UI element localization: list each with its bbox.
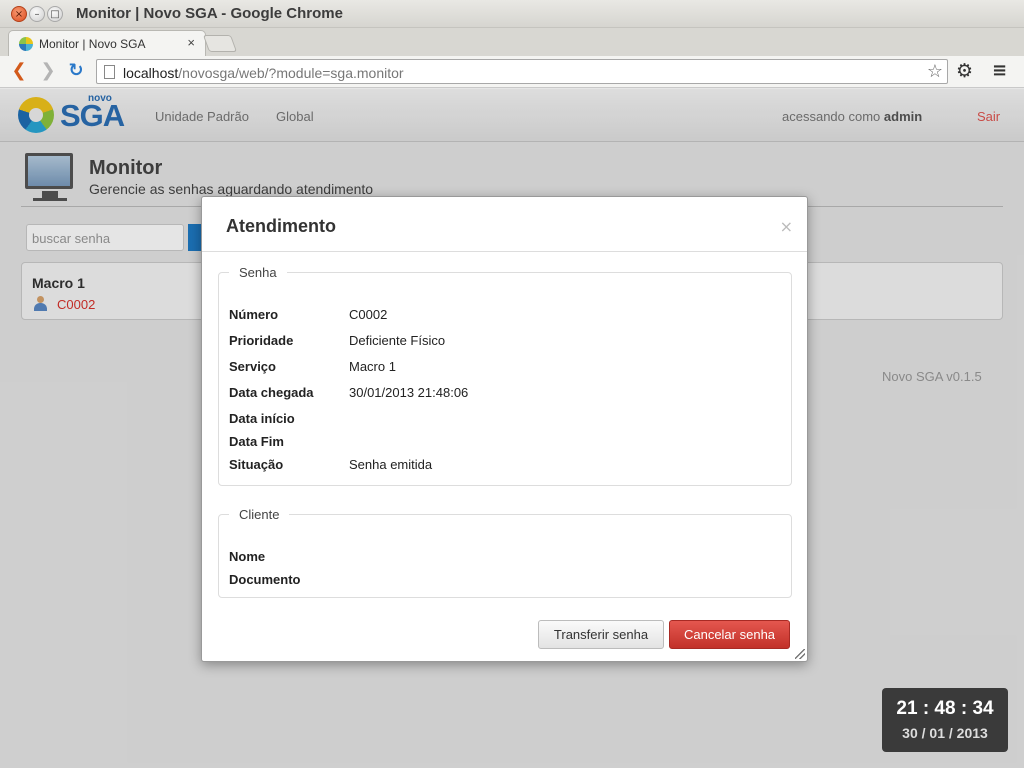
- transfer-ticket-button[interactable]: Transferir senha: [538, 620, 664, 649]
- senha-legend: Senha: [239, 265, 277, 280]
- clock-time: 21 : 48 : 34: [896, 698, 994, 719]
- field-label: Serviço: [229, 359, 276, 374]
- cancel-ticket-button[interactable]: Cancelar senha: [669, 620, 790, 649]
- field-label: Nome: [229, 549, 266, 564]
- address-bar[interactable]: localhost/novosga/web/?module=sga.monito…: [96, 59, 948, 84]
- url-text[interactable]: localhost/novosga/web/?module=sga.monito…: [123, 65, 404, 81]
- field-value: Senha emitida: [349, 457, 433, 472]
- new-tab-button[interactable]: [202, 35, 238, 52]
- tab-label: Monitor | Novo SGA: [39, 37, 146, 51]
- url-path: /novosga/web/?module=sga.monitor: [178, 65, 404, 81]
- field-value: C0002: [349, 307, 388, 322]
- field-label: Data chegada: [229, 385, 314, 400]
- gear-icon[interactable]: ⚙: [956, 60, 973, 82]
- clock-widget: 21 : 48 : 34 30 / 01 / 2013: [882, 688, 1008, 752]
- field-label: Situação: [229, 457, 284, 472]
- favicon-icon: [19, 37, 33, 51]
- atendimento-modal: Atendimento × Senha Número C0002 Priorida…: [201, 196, 808, 662]
- window-close-button[interactable]: ×: [11, 6, 27, 22]
- field-value: Macro 1: [349, 359, 396, 374]
- modal-header-divider: [202, 251, 807, 252]
- field-label: Data início: [229, 411, 295, 426]
- field-label: Data Fim: [229, 434, 284, 449]
- tab-close-icon[interactable]: ×: [187, 35, 195, 50]
- star-icon[interactable]: ☆: [927, 61, 943, 82]
- modal-title: Atendimento: [226, 216, 336, 236]
- page-icon: [104, 65, 115, 79]
- cliente-fieldset: Cliente Nome Documento: [218, 507, 792, 598]
- field-label: Número: [229, 307, 279, 322]
- window-minimize-button[interactable]: –: [29, 6, 45, 22]
- tab-strip: Monitor | Novo SGA ×: [0, 28, 1024, 56]
- field-value: Deficiente Físico: [349, 333, 446, 348]
- field-label: Documento: [229, 572, 301, 587]
- field-value: 30/01/2013 21:48:06: [349, 385, 469, 400]
- window-titlebar: × – □ Monitor | Novo SGA - Google Chrome: [0, 0, 1024, 28]
- browser-toolbar: ❮ ❯ ↻ localhost/novosga/web/?module=sga.…: [0, 56, 1024, 88]
- close-icon[interactable]: ×: [780, 217, 793, 236]
- window-maximize-button[interactable]: □: [47, 6, 63, 22]
- resize-grip-icon[interactable]: [795, 649, 805, 659]
- field-label: Prioridade: [229, 333, 294, 348]
- back-icon[interactable]: ❮: [8, 60, 30, 82]
- senha-fieldset: Senha Número C0002 Prioridade Deficiente F…: [218, 265, 792, 486]
- menu-icon[interactable]: ≡: [992, 60, 1007, 81]
- url-host: localhost: [123, 65, 179, 81]
- tab-monitor[interactable]: Monitor | Novo SGA ×: [8, 30, 206, 56]
- reload-icon[interactable]: ↻: [65, 60, 87, 82]
- forward-icon[interactable]: ❯: [37, 60, 59, 82]
- clock-date: 30 / 01 / 2013: [902, 725, 988, 741]
- window-title: Monitor | Novo SGA - Google Chrome: [76, 5, 343, 22]
- cliente-legend: Cliente: [239, 507, 280, 522]
